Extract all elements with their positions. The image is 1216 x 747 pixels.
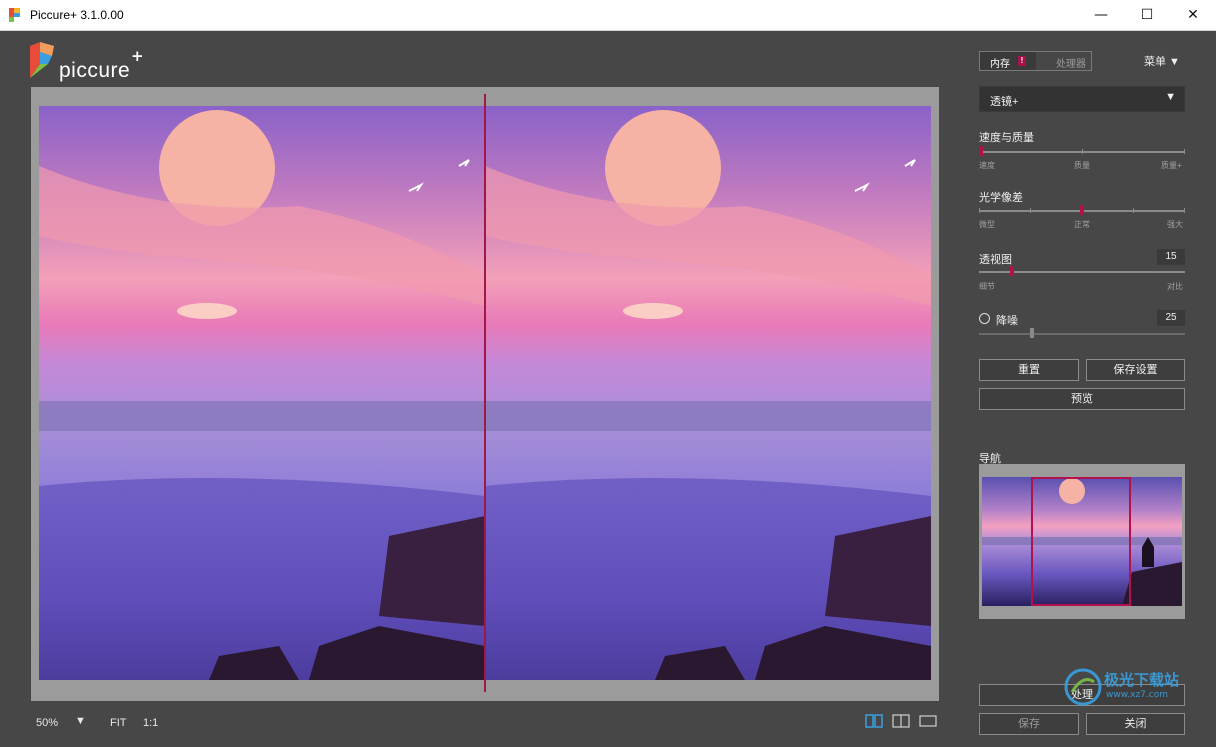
processed-image (485, 106, 931, 680)
preview-button[interactable]: 预览 (979, 388, 1185, 410)
processor-option[interactable]: 处理器 (1036, 52, 1091, 70)
micro-tick-label: 微型 (979, 220, 995, 229)
speed-quality-thumb[interactable] (979, 146, 983, 156)
zoom-dropdown-icon[interactable]: ▼ (75, 715, 86, 727)
single-view-icon[interactable] (919, 714, 937, 728)
lens-select[interactable]: 透镜+ ▼ (979, 86, 1185, 112)
strong-tick-label: 强大 (1167, 220, 1183, 229)
lens-select-value: 透镜+ (990, 96, 1019, 108)
menu-button[interactable]: 菜单 ▼ (1144, 53, 1180, 69)
detail-tick-label: 细节 (979, 282, 995, 291)
preview-area[interactable] (31, 87, 939, 701)
logo-text: piccure (59, 59, 131, 82)
contrast-tick-label: 对比 (1167, 282, 1183, 291)
original-image (39, 106, 485, 680)
chevron-down-icon: ▼ (1165, 91, 1176, 103)
logo-plus: + (131, 47, 144, 65)
perspective-thumb[interactable] (1010, 266, 1014, 276)
watermark-logo-icon (1064, 668, 1102, 706)
watermark-subtext: www.xz7.com (1106, 690, 1168, 700)
split-view-icon[interactable] (892, 714, 910, 728)
memory-processor-toggle[interactable]: 内存 ! 处理器 (979, 51, 1092, 71)
app-icon (9, 8, 20, 22)
compare-split-handle[interactable] (484, 94, 486, 692)
piccure-logo: piccure + (30, 42, 150, 82)
optical-aberration-label: 光学像差 (979, 192, 1023, 204)
settings-panel: 内存 ! 处理器 菜单 ▼ 透镜+ ▼ 速度与质量 速度 质量 质量+ 光学像差 (979, 31, 1185, 747)
reset-button[interactable]: 重置 (979, 359, 1079, 381)
quality-plus-tick-label: 质量+ (1161, 161, 1182, 170)
perspective-value-field[interactable]: 15 (1157, 249, 1185, 265)
title-bar: Piccure+ 3.1.0.00 — ☐ ✕ (0, 0, 1216, 31)
quality-tick-label: 质量 (1074, 161, 1090, 170)
normal-tick-label: 正常 (1074, 220, 1090, 229)
perspective-label: 透视图 (979, 254, 1012, 266)
navigator-viewport[interactable] (1031, 477, 1131, 606)
main-area: piccure + 50% ▼ FIT 1:1 内存 ! 处理器 菜单 ▼ 透镜… (0, 31, 1216, 747)
close-button[interactable]: 关闭 (1086, 713, 1185, 735)
watermark-text: 极光下载站 (1104, 671, 1180, 689)
memory-label: 内存 (990, 59, 1010, 70)
denoise-radio[interactable] (979, 313, 990, 324)
window-title: Piccure+ 3.1.0.00 (30, 8, 124, 22)
optical-aberration-thumb[interactable] (1080, 205, 1084, 215)
speed-tick-label: 速度 (979, 161, 995, 170)
denoise-thumb[interactable] (1030, 328, 1034, 338)
fit-button[interactable]: FIT (110, 717, 127, 729)
speed-quality-label: 速度与质量 (979, 132, 1034, 144)
navigator[interactable] (979, 464, 1185, 619)
side-by-side-view-icon[interactable] (865, 714, 883, 728)
save-button[interactable]: 保存 (979, 713, 1079, 735)
zoom-value[interactable]: 50% (36, 717, 58, 729)
denoise-label: 降噪 (996, 315, 1018, 327)
warning-icon: ! (1018, 56, 1026, 66)
one-to-one-button[interactable]: 1:1 (143, 717, 158, 729)
maximize-button[interactable]: ☐ (1124, 0, 1170, 30)
save-settings-button[interactable]: 保存设置 (1086, 359, 1185, 381)
close-window-button[interactable]: ✕ (1170, 0, 1216, 30)
minimize-button[interactable]: — (1078, 0, 1124, 30)
memory-option[interactable]: 内存 (980, 52, 1036, 70)
logo-mark-icon (30, 42, 54, 78)
watermark: 极光下载站 www.xz7.com (1060, 666, 1210, 710)
denoise-value-field[interactable]: 25 (1157, 310, 1185, 326)
